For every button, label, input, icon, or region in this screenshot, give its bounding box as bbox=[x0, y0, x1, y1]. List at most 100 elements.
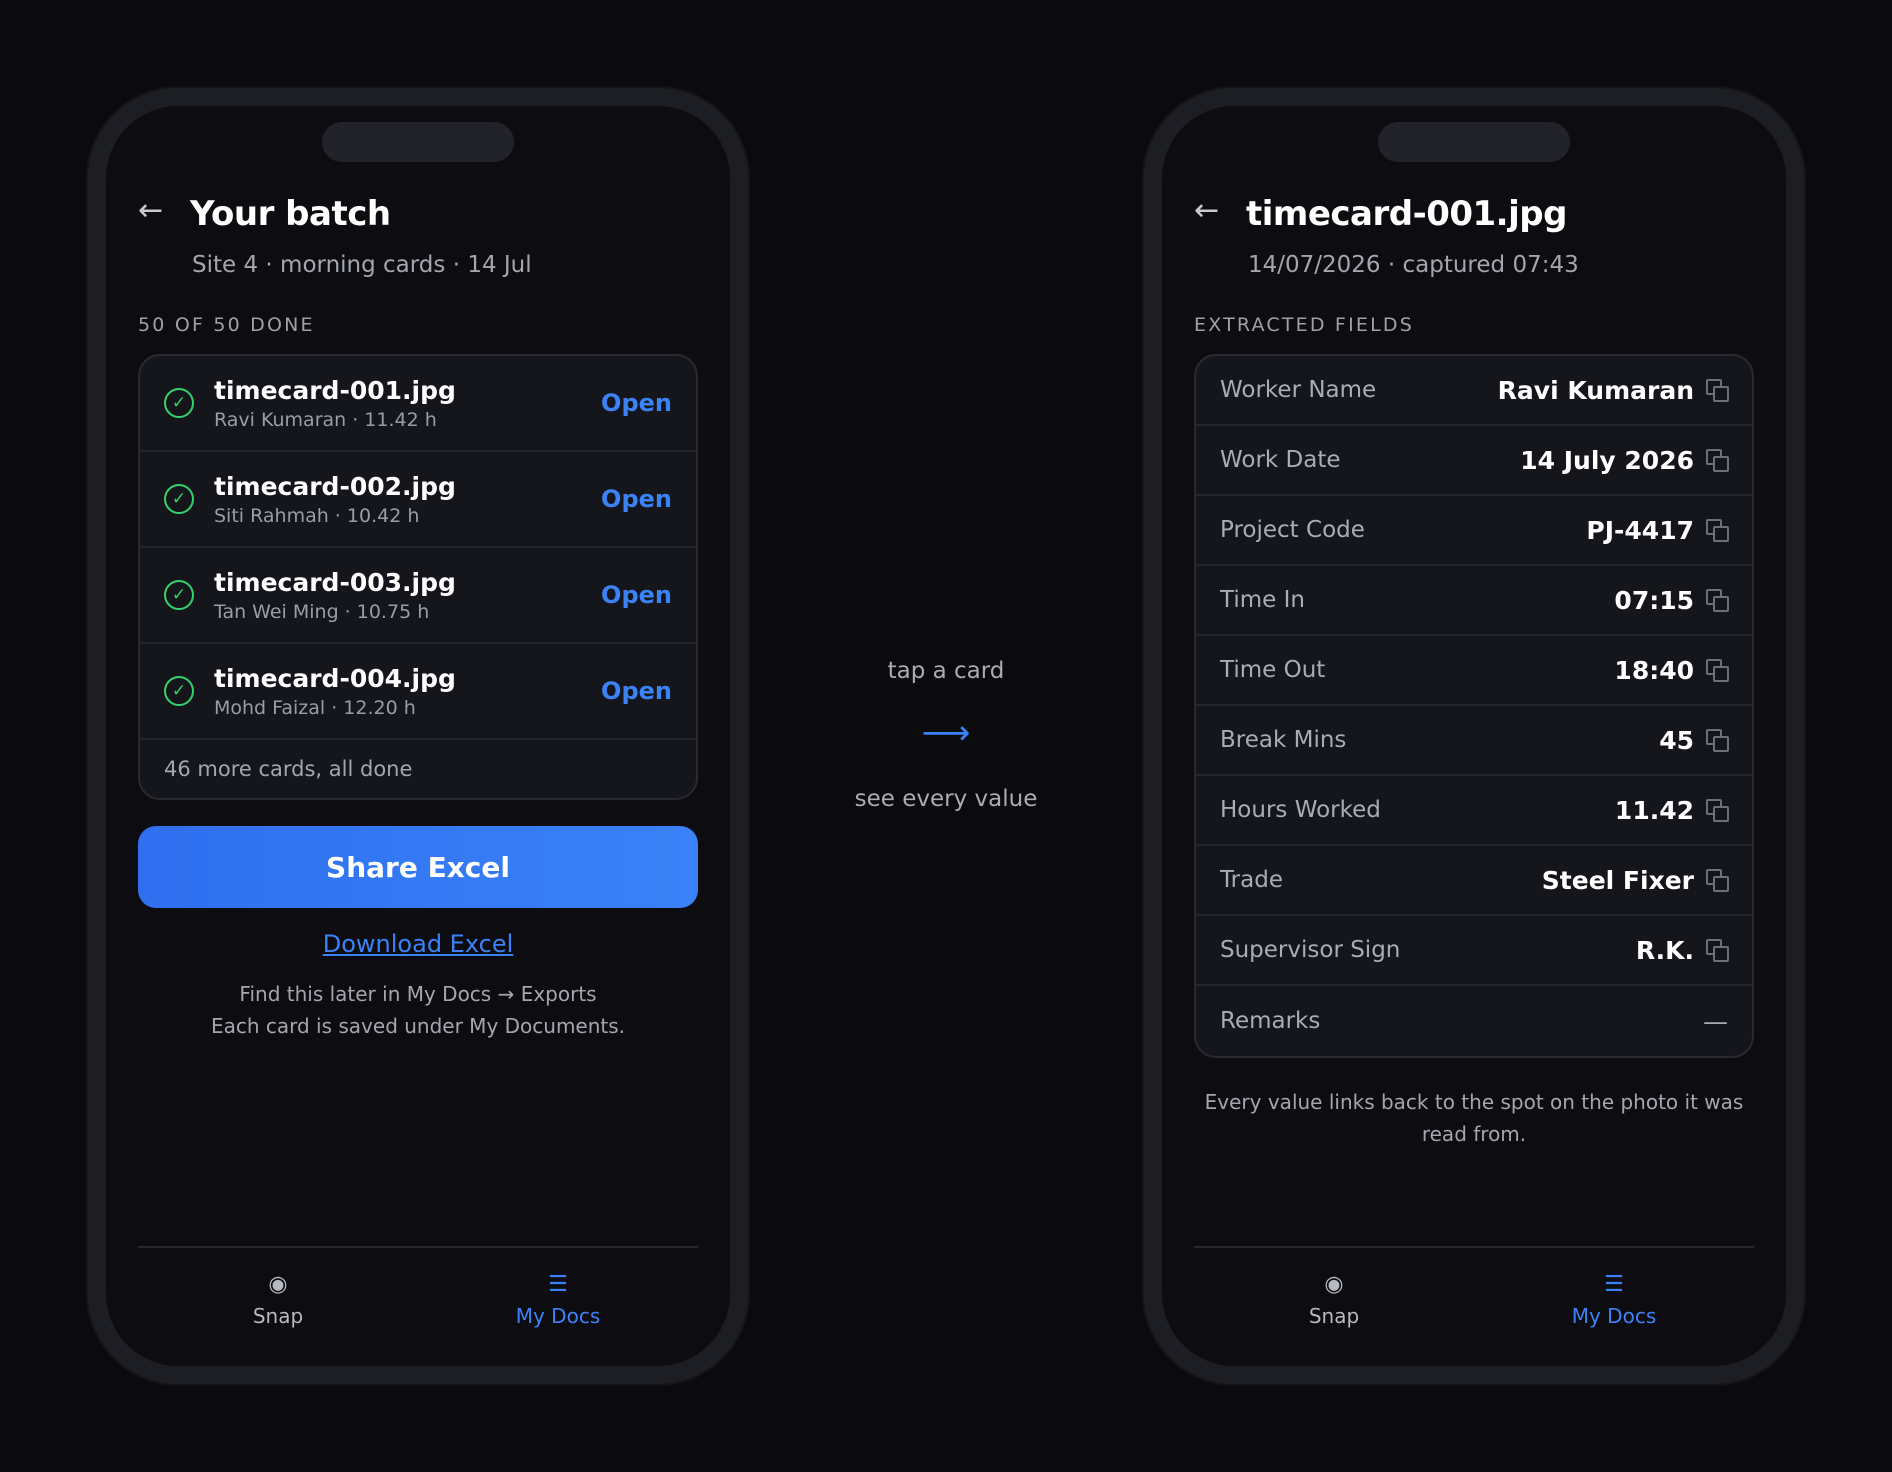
camera-icon: ◉ bbox=[1324, 1272, 1344, 1297]
share-excel-button[interactable]: Share Excel bbox=[138, 826, 698, 908]
check-circle-icon: ✓ bbox=[164, 388, 194, 418]
tab-label: Snap bbox=[1308, 1304, 1360, 1328]
progress-section-label: 50 OF 50 DONE bbox=[138, 314, 315, 336]
list-item[interactable]: ✓ timecard-001.jpg Ravi Kumaran · 11.42 … bbox=[140, 356, 696, 452]
file-info: timecard-002.jpg Siti Rahmah · 10.42 h bbox=[214, 472, 601, 527]
copy-icon[interactable] bbox=[1706, 659, 1729, 682]
file-list: ✓ timecard-001.jpg Ravi Kumaran · 11.42 … bbox=[138, 354, 698, 800]
field-value: 14 July 2026 bbox=[1520, 445, 1694, 475]
tab-label: My Docs bbox=[1571, 1304, 1657, 1328]
tab-my-docs[interactable]: ☰ My Docs bbox=[1474, 1248, 1754, 1344]
batch-phone-screen: ← Your batch Site 4 · morning cards · 14… bbox=[88, 88, 748, 1384]
field-row[interactable]: Remarks — bbox=[1196, 986, 1752, 1056]
field-label: Project Code bbox=[1220, 517, 1365, 543]
check-circle-icon: ✓ bbox=[164, 676, 194, 706]
camera-icon: ◉ bbox=[268, 1272, 288, 1297]
tab-my-docs[interactable]: ☰ My Docs bbox=[418, 1248, 698, 1344]
tab-snap[interactable]: ◉ Snap bbox=[138, 1248, 418, 1344]
field-value: Ravi Kumaran bbox=[1497, 375, 1694, 405]
flow-result-label: see every value bbox=[854, 786, 1038, 812]
list-item[interactable]: ✓ timecard-003.jpg Tan Wei Ming · 10.75 … bbox=[140, 548, 696, 644]
tab-snap[interactable]: ◉ Snap bbox=[1194, 1248, 1474, 1344]
documents-hint: Each card is saved under My Documents. bbox=[210, 1014, 626, 1038]
detail-phone-screen: ← timecard-001.jpg 14/07/2026 · captured… bbox=[1144, 88, 1804, 1384]
batch-subtitle: Site 4 · morning cards · 14 Jul bbox=[192, 252, 532, 278]
tab-bar: ◉ Snap ☰ My Docs bbox=[1194, 1246, 1754, 1344]
field-row[interactable]: Hours Worked 11.42 bbox=[1196, 776, 1752, 846]
field-label: Trade bbox=[1220, 867, 1283, 893]
field-row[interactable]: Time Out 18:40 bbox=[1196, 636, 1752, 706]
field-label: Work Date bbox=[1220, 447, 1341, 473]
copy-icon[interactable] bbox=[1706, 379, 1729, 402]
download-excel-link[interactable]: Download Excel bbox=[138, 930, 698, 958]
field-value: PJ-4417 bbox=[1586, 515, 1694, 545]
field-label: Worker Name bbox=[1220, 377, 1377, 403]
file-info: timecard-001.jpg Ravi Kumaran · 11.42 h bbox=[214, 376, 601, 431]
field-row[interactable]: Break Mins 45 bbox=[1196, 706, 1752, 776]
copy-icon[interactable] bbox=[1706, 939, 1729, 962]
exports-hint: Find this later in My Docs → Exports bbox=[239, 982, 597, 1006]
field-label: Time Out bbox=[1220, 657, 1326, 683]
field-row[interactable]: Worker Name Ravi Kumaran bbox=[1196, 356, 1752, 426]
field-label: Hours Worked bbox=[1220, 797, 1381, 823]
source-link-note: Every value links back to the spot on th… bbox=[1204, 1090, 1744, 1146]
file-name: timecard-004.jpg bbox=[214, 663, 456, 693]
flow-arrow-icon: ⟶ bbox=[921, 713, 971, 753]
copy-icon[interactable] bbox=[1706, 519, 1729, 542]
tab-label: My Docs bbox=[515, 1304, 601, 1328]
tab-label: Snap bbox=[252, 1304, 304, 1328]
check-circle-icon: ✓ bbox=[164, 484, 194, 514]
field-value: 18:40 bbox=[1614, 655, 1694, 685]
open-button[interactable]: Open bbox=[601, 677, 672, 705]
copy-icon[interactable] bbox=[1706, 449, 1729, 472]
phone-notch bbox=[322, 122, 514, 162]
page-title: Your batch bbox=[190, 194, 391, 234]
file-info: timecard-004.jpg Mohd Faizal · 12.20 h bbox=[214, 664, 601, 719]
flow-step-label: tap a card bbox=[887, 658, 1005, 684]
open-button[interactable]: Open bbox=[601, 581, 672, 609]
field-label: Remarks bbox=[1220, 1008, 1321, 1034]
field-value: 07:15 bbox=[1614, 585, 1694, 615]
field-row[interactable]: Supervisor Sign R.K. bbox=[1196, 916, 1752, 986]
file-name: timecard-003.jpg bbox=[214, 567, 456, 597]
field-value: 11.42 bbox=[1614, 795, 1694, 825]
field-label: Time In bbox=[1220, 587, 1305, 613]
field-row[interactable]: Project Code PJ-4417 bbox=[1196, 496, 1752, 566]
copy-icon[interactable] bbox=[1706, 589, 1729, 612]
list-icon: ☰ bbox=[548, 1272, 568, 1297]
extracted-fields-table: Worker Name Ravi Kumaran Work Date 14 Ju… bbox=[1194, 354, 1754, 1058]
field-row[interactable]: Time In 07:15 bbox=[1196, 566, 1752, 636]
list-icon: ☰ bbox=[1604, 1272, 1624, 1297]
copy-icon[interactable] bbox=[1706, 869, 1729, 892]
file-info: timecard-003.jpg Tan Wei Ming · 10.75 h bbox=[214, 568, 601, 623]
field-row[interactable]: Work Date 14 July 2026 bbox=[1196, 426, 1752, 496]
batch-header: ← Your batch bbox=[138, 194, 698, 234]
open-button[interactable]: Open bbox=[601, 485, 672, 513]
capture-subtitle: 14/07/2026 · captured 07:43 bbox=[1248, 252, 1579, 278]
detail-header: ← timecard-001.jpg bbox=[1194, 194, 1754, 234]
list-item[interactable]: ✓ timecard-004.jpg Mohd Faizal · 12.20 h… bbox=[140, 644, 696, 740]
field-value: 45 bbox=[1659, 725, 1694, 755]
file-meta: Mohd Faizal · 12.20 h bbox=[214, 696, 416, 719]
more-cards-note: 46 more cards, all done bbox=[164, 757, 413, 781]
field-row[interactable]: Trade Steel Fixer bbox=[1196, 846, 1752, 916]
file-meta: Siti Rahmah · 10.42 h bbox=[214, 504, 420, 527]
open-button[interactable]: Open bbox=[601, 389, 672, 417]
fields-section-label: EXTRACTED FIELDS bbox=[1194, 314, 1414, 336]
phone-notch bbox=[1378, 122, 1570, 162]
check-circle-icon: ✓ bbox=[164, 580, 194, 610]
file-name: timecard-001.jpg bbox=[214, 375, 456, 405]
field-value: R.K. bbox=[1635, 935, 1694, 965]
file-meta: Ravi Kumaran · 11.42 h bbox=[214, 408, 437, 431]
copy-icon[interactable] bbox=[1706, 799, 1729, 822]
field-label: Break Mins bbox=[1220, 727, 1347, 753]
back-arrow-icon[interactable]: ← bbox=[1194, 196, 1226, 226]
copy-icon[interactable] bbox=[1706, 729, 1729, 752]
field-value: — bbox=[1703, 1006, 1728, 1036]
field-value: Steel Fixer bbox=[1541, 865, 1694, 895]
file-name: timecard-002.jpg bbox=[214, 471, 456, 501]
back-arrow-icon[interactable]: ← bbox=[138, 196, 170, 226]
list-item[interactable]: ✓ timecard-002.jpg Siti Rahmah · 10.42 h… bbox=[140, 452, 696, 548]
file-meta: Tan Wei Ming · 10.75 h bbox=[214, 600, 430, 623]
field-label: Supervisor Sign bbox=[1220, 937, 1401, 963]
